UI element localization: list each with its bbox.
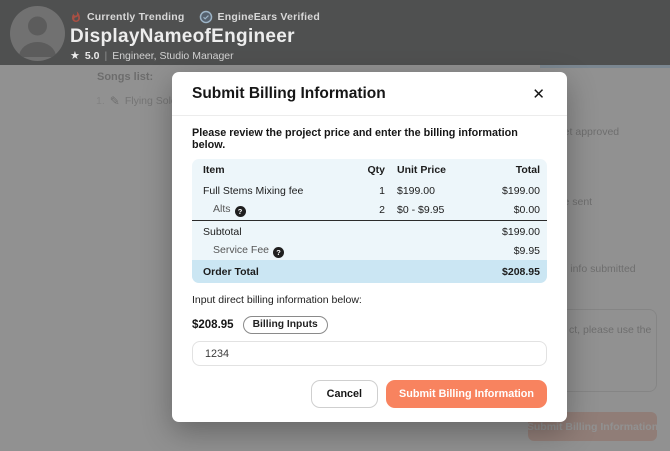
billing-input-field[interactable] [192, 341, 547, 366]
col-unit-price: Unit Price [385, 164, 477, 176]
service-fee-row: Service Fee? $9.95 [192, 241, 547, 260]
col-total: Total [477, 164, 540, 176]
table-divider [192, 220, 547, 221]
header-badges: Currently Trending EngineEars Verified [70, 10, 320, 24]
cancel-button[interactable]: Cancel [311, 380, 378, 408]
avatar[interactable] [10, 6, 65, 61]
table-row: Full Stems Mixing fee 1 $199.00 $199.00 [192, 181, 547, 200]
help-icon[interactable]: ? [235, 206, 246, 217]
submit-billing-button[interactable]: Submit Billing Information [386, 380, 547, 408]
profile-header: Currently Trending EngineEars Verified D… [0, 0, 670, 65]
modal-header: Submit Billing Information ✕ [172, 72, 567, 116]
trending-label: Currently Trending [87, 11, 185, 23]
order-total-label: Order Total [203, 266, 357, 278]
verified-badge-icon [199, 10, 213, 24]
display-name: DisplayNameofEngineer [70, 26, 295, 48]
modal-footer: Cancel Submit Billing Information [192, 380, 547, 408]
row-item: Full Stems Mixing fee [203, 185, 357, 197]
flame-icon [70, 10, 82, 24]
modal-body: Please review the project price and ente… [172, 116, 567, 422]
subtotal-value: $199.00 [477, 226, 540, 238]
row-item: Alts? [203, 203, 357, 217]
help-icon[interactable]: ? [273, 247, 284, 258]
billing-input-prompt: Input direct billing information below: [192, 294, 547, 306]
modal-title: Submit Billing Information [192, 85, 386, 103]
price-table-header: Item Qty Unit Price Total [192, 159, 547, 181]
subtotal-label: Subtotal [203, 226, 357, 238]
service-fee-value: $9.95 [477, 245, 540, 257]
divider: | [104, 50, 107, 62]
rating-row: ★ 5.0 | Engineer, Studio Manager [70, 49, 234, 62]
row-qty: 1 [357, 185, 385, 197]
star-icon: ★ [70, 49, 80, 62]
amount-value: $208.95 [192, 319, 234, 331]
page: Songs list: 1. ✎ Flying Solo dget approv… [0, 0, 670, 451]
roles-label: Engineer, Studio Manager [112, 50, 233, 62]
row-qty: 2 [357, 204, 385, 216]
person-icon [10, 6, 65, 61]
row-unit-price: $0 - $9.95 [385, 204, 477, 216]
order-total-value: $208.95 [477, 266, 540, 278]
subtotal-row: Subtotal $199.00 [192, 222, 547, 241]
billing-inputs-chip[interactable]: Billing Inputs [243, 316, 328, 334]
close-icon[interactable]: ✕ [530, 87, 547, 102]
col-item: Item [203, 164, 357, 176]
modal-description: Please review the project price and ente… [192, 127, 547, 151]
row-total: $199.00 [477, 185, 540, 197]
price-table: Item Qty Unit Price Total Full Stems Mix… [192, 159, 547, 283]
verified-label: EngineEars Verified [218, 11, 320, 23]
col-qty: Qty [357, 164, 385, 176]
table-row: Alts? 2 $0 - $9.95 $0.00 [192, 200, 547, 219]
amount-row: $208.95 Billing Inputs [192, 316, 547, 334]
submit-billing-modal: Submit Billing Information ✕ Please revi… [172, 72, 567, 422]
service-fee-label: Service Fee? [203, 244, 357, 258]
row-unit-price: $199.00 [385, 185, 477, 197]
order-total-row: Order Total $208.95 [192, 260, 547, 283]
rating-value: 5.0 [85, 50, 100, 62]
row-total: $0.00 [477, 204, 540, 216]
